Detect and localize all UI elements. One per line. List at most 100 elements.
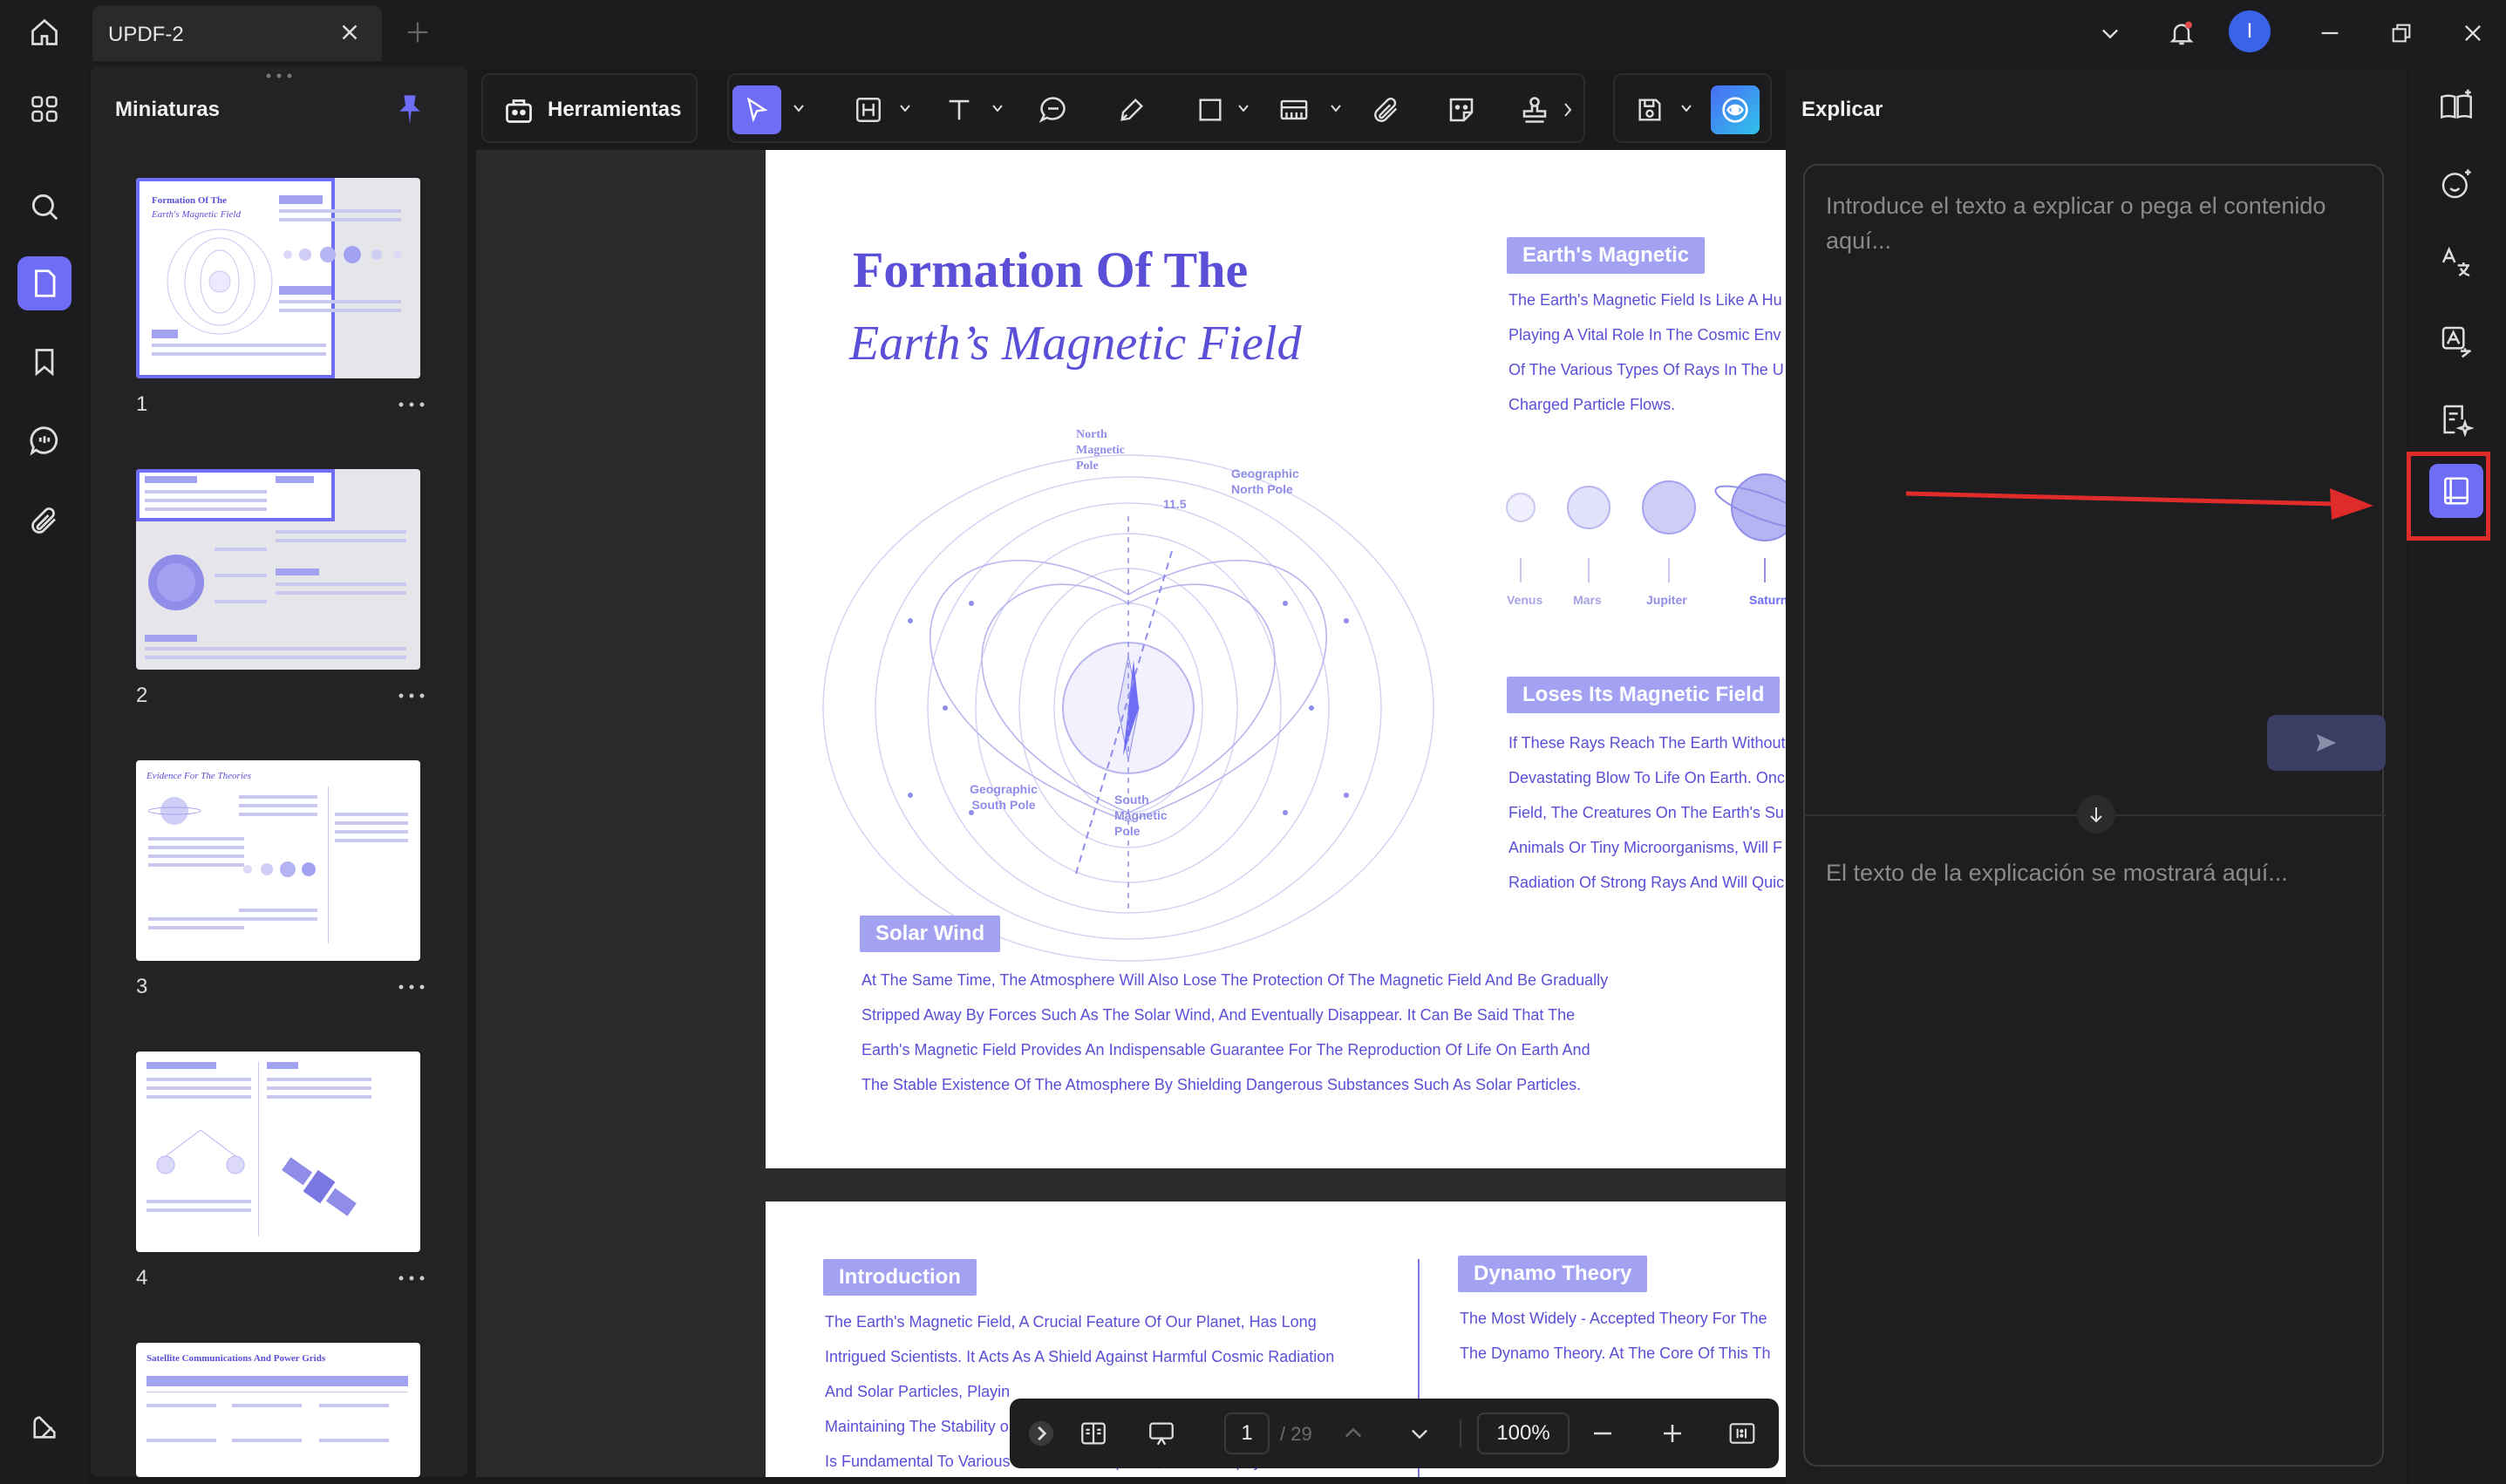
zoom-in-plus-icon[interactable] <box>1651 1413 1693 1454</box>
planets-graphic <box>1506 473 1786 582</box>
label-geographic-south-pole: Geographic South Pole <box>970 782 1038 812</box>
chevron-down-icon[interactable] <box>1236 103 1250 113</box>
close-icon[interactable] <box>337 19 363 45</box>
new-tab-plus-icon[interactable] <box>403 17 432 47</box>
more-options-icon[interactable] <box>394 687 429 705</box>
more-options-icon[interactable] <box>394 396 429 413</box>
paperclip-icon[interactable] <box>1362 85 1411 134</box>
save-icon[interactable] <box>1625 85 1674 134</box>
search-icon[interactable] <box>17 180 72 234</box>
zoom-level[interactable]: 100% <box>1477 1413 1570 1454</box>
explain-input[interactable]: Introduce el texto a explicar o pega el … <box>1826 188 2349 258</box>
drag-handle-icon[interactable] <box>262 71 296 80</box>
page-thumbnail-1[interactable]: Formation Of The Earth's Magnetic Field <box>136 178 420 378</box>
toolbox-icon <box>506 99 532 123</box>
more-options-icon[interactable] <box>394 978 429 996</box>
section-tag-solar-wind: Solar Wind <box>860 916 1001 952</box>
theme-brush-icon[interactable] <box>17 1400 72 1454</box>
stamp-icon[interactable] <box>1510 85 1559 134</box>
tools-label: Herramientas <box>548 98 682 121</box>
page-thumbnail-5[interactable]: Satellite Communications And Power Grids <box>136 1343 420 1477</box>
page-number-input[interactable]: 1 <box>1224 1413 1270 1454</box>
send-button[interactable] <box>2267 715 2386 771</box>
page-number-2: 2 <box>136 684 148 707</box>
collapse-bar-chevron-icon[interactable] <box>1020 1413 1062 1454</box>
zoom-out-minus-icon[interactable] <box>1582 1413 1624 1454</box>
page-thumbnail-4[interactable] <box>136 1052 420 1252</box>
ai-assistant-icon[interactable] <box>1711 85 1760 134</box>
planet-label-venus: Venus <box>1507 593 1543 607</box>
pdf-page-1: Formation Of The Earth’s Magnetic Field <box>766 150 1786 1168</box>
close-window-icon[interactable] <box>2455 16 2490 51</box>
pin-icon[interactable] <box>392 91 427 129</box>
label-north-magnetic-pole: North Magnetic Pole <box>1076 428 1125 473</box>
minimize-icon[interactable] <box>2312 16 2347 51</box>
arrow-down-icon[interactable] <box>2077 795 2115 834</box>
grid-apps-icon[interactable] <box>17 82 72 136</box>
planet-label-mars: Mars <box>1573 593 1602 607</box>
tab-title: UPDF-2 <box>108 23 184 46</box>
section-tag-loses: Loses Its Magnetic Field <box>1507 677 1781 713</box>
ai-book-sparkle-icon[interactable] <box>2429 78 2483 133</box>
chevron-down-icon[interactable] <box>991 103 1004 113</box>
previous-page-chevron-up-icon[interactable] <box>1332 1413 1374 1454</box>
left-rail <box>0 66 87 1484</box>
section-tag-dynamo: Dynamo Theory <box>1458 1256 1648 1292</box>
attachment-icon[interactable] <box>17 494 72 548</box>
label-south-magnetic-pole: South Magnetic Pole <box>1114 793 1168 838</box>
notification-bell-icon[interactable] <box>2164 16 2199 51</box>
ai-chat-icon[interactable] <box>2429 157 2483 211</box>
explain-container: Introduce el texto a explicar o pega el … <box>1803 164 2386 1467</box>
page-number-1: 1 <box>136 392 148 416</box>
panel-title: Miniaturas <box>115 98 221 121</box>
tools-button[interactable]: Herramientas <box>481 73 698 143</box>
highlight-box <box>2407 452 2490 541</box>
save-ai-toolbar <box>1613 73 1772 143</box>
thumbnails-page-icon[interactable] <box>17 256 72 310</box>
chevron-down-icon[interactable] <box>898 103 912 113</box>
select-cursor-icon[interactable] <box>732 85 781 134</box>
chevron-down-icon[interactable] <box>2093 16 2128 51</box>
section-tag-introduction: Introduction <box>823 1259 977 1296</box>
comment-bubble-icon[interactable] <box>1029 85 1078 134</box>
actual-size-icon[interactable] <box>1721 1413 1763 1454</box>
earth-text: The Earth's Magnetic Field Is Like A Hu … <box>1508 291 1784 413</box>
restore-icon[interactable] <box>2384 16 2419 51</box>
text-tool-icon[interactable] <box>935 85 984 134</box>
ai-translate-box-icon[interactable] <box>2429 314 2483 368</box>
comments-icon[interactable] <box>17 413 72 467</box>
document-viewer[interactable]: Formation Of The Earth’s Magnetic Field <box>476 150 1786 1477</box>
avatar[interactable]: I <box>2229 10 2271 52</box>
chevron-down-icon[interactable] <box>1329 103 1343 113</box>
send-icon <box>2316 734 2337 752</box>
pen-highlight-icon[interactable] <box>1107 85 1156 134</box>
page-thumbnail-3[interactable]: Evidence For The Theories <box>136 760 420 961</box>
rectangle-shape-icon[interactable] <box>1186 85 1235 134</box>
more-tools-chevron-icon[interactable] <box>1563 101 1573 119</box>
next-page-chevron-down-icon[interactable] <box>1399 1413 1440 1454</box>
loses-text: If These Rays Reach The Earth Without De… <box>1508 734 1786 891</box>
translate-icon[interactable] <box>2429 235 2483 289</box>
chevron-down-icon[interactable] <box>792 103 806 113</box>
page-number-3: 3 <box>136 975 148 998</box>
page-total: / 29 <box>1280 1423 1312 1445</box>
document-tab[interactable]: UPDF-2 <box>92 5 382 61</box>
bookmark-icon[interactable] <box>17 335 72 389</box>
explain-panel: Explicar Introduce el texto a explicar o… <box>1786 66 2407 1484</box>
sticker-icon[interactable] <box>1437 85 1486 134</box>
presentation-icon[interactable] <box>1141 1413 1182 1454</box>
page-layout-icon[interactable] <box>1073 1413 1114 1454</box>
page-thumbnail-2[interactable] <box>136 469 420 670</box>
planet-label-saturn: Saturn <box>1749 593 1786 607</box>
text-box-icon[interactable] <box>844 85 893 134</box>
page-subtitle: Earth’s Magnetic Field <box>849 317 1302 371</box>
measure-ruler-icon[interactable] <box>1270 85 1318 134</box>
red-arrow-icon <box>1906 488 2373 520</box>
more-options-icon[interactable] <box>394 1270 429 1287</box>
right-rail <box>2410 66 2506 1484</box>
chevron-down-icon[interactable] <box>1679 103 1693 113</box>
annotation-toolbar <box>727 73 1585 143</box>
ai-summarize-icon[interactable] <box>2429 392 2483 446</box>
magnetic-field-diagram <box>822 454 1434 962</box>
home-icon[interactable] <box>19 10 70 54</box>
